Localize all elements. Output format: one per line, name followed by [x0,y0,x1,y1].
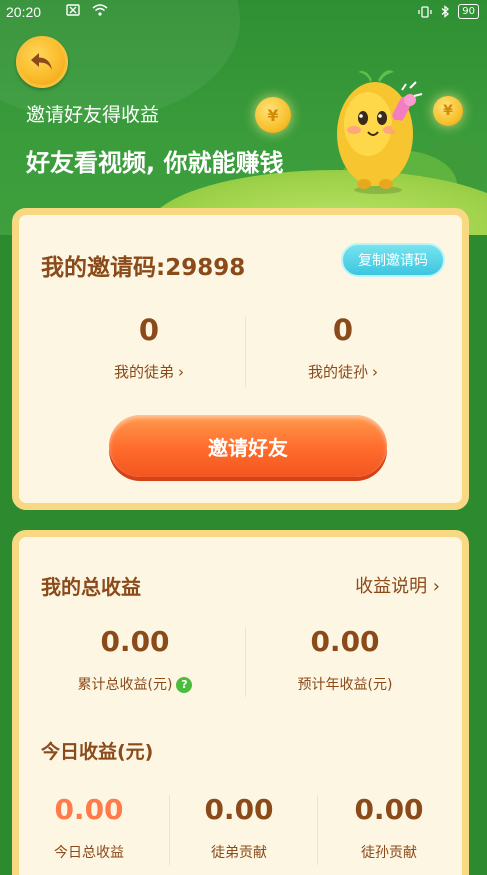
my-grand-disciples[interactable]: 0 我的徒孙 › [243,313,443,382]
grand-disciples-count: 0 [332,313,354,347]
bluetooth-icon [441,5,450,18]
today-total-label: 今日总收益 [54,845,124,861]
earnings-explain-link[interactable]: 收益说明 › [355,572,440,598]
earnings-card-body: 我的总收益 收益说明 › 0.00 累计总收益(元)? 0.00 预计年收益(元… [19,537,462,875]
chevron-right-icon: › [372,363,378,381]
invite-friends-button[interactable]: 邀请好友 [109,415,387,477]
total-earnings-label: 累计总收益(元) [77,677,173,693]
annual-earnings-label: 预计年收益(元) [297,677,393,693]
vibrate-icon [418,5,432,18]
coin-icon: ¥ [255,97,291,133]
grand-disciples-link[interactable]: 我的徒孙 › [243,361,443,382]
status-icons [66,4,108,19]
hero-subtitle: 邀请好友得收益 [26,104,160,126]
status-time: 20:20 [6,4,42,20]
earnings-explain-label: 收益说明 [355,576,428,597]
status-right: 90 [418,4,479,19]
chevron-right-icon: › [178,363,184,381]
disciple-contribution: 0.00 徒弟贡献 [169,793,309,862]
invite-card: 我的邀请码:29898 复制邀请码 0 我的徒弟 › 0 我的徒孙 › 邀请好友 [12,208,469,510]
invite-code-value: 29898 [165,255,246,281]
annual-earnings-value: 0.00 [310,625,380,658]
total-earnings-value: 0.00 [100,625,170,658]
invite-card-body: 我的邀请码:29898 复制邀请码 0 我的徒弟 › 0 我的徒孙 › 邀请好友 [19,215,462,503]
back-button[interactable] [16,36,68,88]
grand-disciples-label: 我的徒孙 [307,363,368,381]
earnings-card: 我的总收益 收益说明 › 0.00 累计总收益(元)? 0.00 预计年收益(元… [12,530,469,875]
today-total-value: 0.00 [54,793,124,826]
grand-contribution-label: 徒孙贡献 [361,845,417,861]
today-earnings-title: 今日收益(元) [41,741,154,763]
today-total: 0.00 今日总收益 [19,793,159,862]
my-disciples[interactable]: 0 我的徒弟 › [49,313,249,382]
disciple-contribution-value: 0.00 [204,793,274,826]
battery-indicator: 90 [458,4,479,19]
grand-disciple-contribution: 0.00 徒孙贡献 [319,793,459,862]
total-earnings-row: 累计总收益(元)? [35,674,235,694]
grand-contribution-value: 0.00 [354,793,424,826]
status-bar: 20:20 90 [0,0,487,26]
total-earnings: 0.00 累计总收益(元)? [35,625,235,694]
earnings-title: 我的总收益 [41,575,141,599]
mascot-illustration [337,70,423,194]
invite-code-label: 我的邀请码: [41,255,166,281]
disciples-link[interactable]: 我的徒弟 › [49,361,249,382]
hero-title: 好友看视频, 你就能赚钱 [26,149,284,177]
help-icon[interactable]: ? [176,677,193,693]
hero-banner: 20:20 90 邀请好友得收益 好友看视频, 你就能赚钱 ¥ ¥ [0,0,487,235]
wifi-icon [92,4,108,16]
disciples-count: 0 [138,313,160,347]
disciples-label: 我的徒弟 [113,363,174,381]
back-arrow-icon [31,53,52,70]
chevron-right-icon: › [427,576,440,597]
divider [317,795,318,865]
coin-icon: ¥ [433,96,463,126]
disciple-contribution-label: 徒弟贡献 [211,845,267,861]
annual-earnings: 0.00 预计年收益(元) [245,625,445,694]
copy-invite-code-button[interactable]: 复制邀请码 [341,243,445,277]
invite-code: 我的邀请码:29898 [41,248,245,282]
close-box-icon [66,4,80,16]
